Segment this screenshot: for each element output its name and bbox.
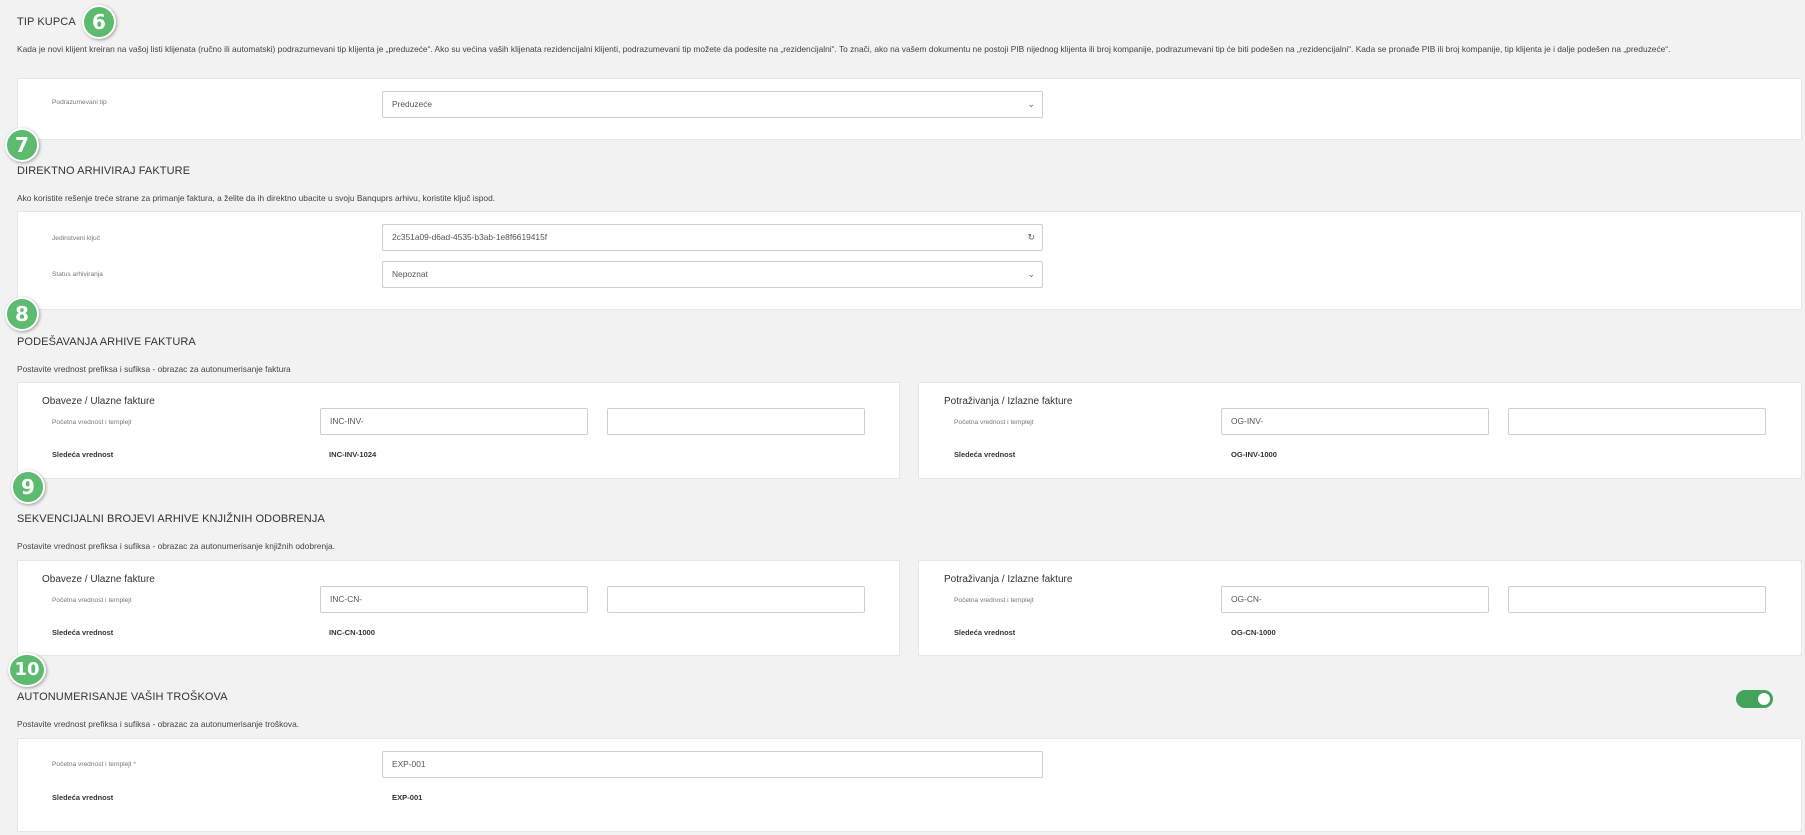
expenses-next-value: EXP-001 [392,793,423,802]
default-type-label: Podrazumevani tip [52,99,107,106]
credit-incoming-heading: Obaveze / Ulazne fakture [42,574,155,585]
step-badge-7: 7 [5,128,39,162]
card-invoice-incoming: Obaveze / Ulazne fakture Početna vrednos… [17,382,900,479]
section-desc-credit-archive: Postavite vrednost prefiksa i sufiksa - … [17,541,335,551]
credit-outgoing-prefix-input[interactable]: OG-CN- [1221,586,1489,613]
section-title-credit-archive: SEKVENCIJALNI BROJEVI ARHIVE KNJIŽNIH OD… [17,513,325,525]
section-desc-direct-archive: Ako koristite rešenje treće strane za pr… [17,193,496,203]
invoice-outgoing-prefix-input[interactable]: OG-INV- [1221,408,1489,435]
chevron-down-icon: ⌄ [1027,269,1035,279]
card-credit-incoming: Obaveze / Ulazne fakture Početna vrednos… [17,560,900,656]
default-type-value: Preduzeće [392,99,433,109]
invoice-incoming-next-label: Sledeća vrednost [52,450,114,459]
card-direct-archive: Jedinstveni ključ 2c351a09-d6ad-4535-b3a… [17,211,1802,310]
credit-incoming-prefix-input[interactable]: INC-CN- [320,586,588,613]
unique-key-label: Jedinstveni ključ [52,235,101,242]
section-title-direct-archive: DIREKTNO ARHIVIRAJ FAKTURE [17,165,191,177]
toggle-knob [1758,693,1770,705]
credit-incoming-next-value: INC-CN-1000 [329,628,375,637]
chevron-down-icon: ⌄ [1027,99,1035,109]
archive-status-label: Status arhiviranja [52,271,103,278]
credit-outgoing-next-label: Sledeća vrednost [954,628,1016,637]
section-desc-invoice-archive: Postavite vrednost prefiksa i sufiksa - … [17,364,291,374]
credit-outgoing-suffix-input[interactable] [1508,586,1766,613]
credit-outgoing-next-value: OG-CN-1000 [1231,628,1276,637]
invoice-outgoing-suffix-input[interactable] [1508,408,1766,435]
invoice-outgoing-next-value: OG-INV-1000 [1231,450,1278,459]
section-title-tip-kupca: TIP KUPCA [17,16,76,28]
credit-outgoing-heading: Potraživanja / Izlazne fakture [944,574,1073,585]
section-desc-tip-kupca: Kada je novi klijent kreiran na vašoj li… [17,44,1671,54]
credit-incoming-start-label: Početna vrednost i templejt [52,597,132,604]
archive-status-value: Nepoznat [392,269,428,279]
step-badge-10: 10 [8,653,46,687]
card-expenses: Početna vrednost i templejt * EXP-001 Sl… [17,738,1802,832]
card-tip-kupca: Podrazumevani tip Preduzeće ⌄ [17,78,1802,140]
step-badge-8: 8 [5,297,39,331]
invoice-outgoing-next-label: Sledeća vrednost [954,450,1016,459]
card-credit-outgoing: Potraživanja / Izlazne fakture Početna v… [918,560,1802,656]
invoice-incoming-heading: Obaveze / Ulazne fakture [42,396,155,407]
expenses-start-label: Početna vrednost i templejt * [52,761,136,768]
invoice-outgoing-start-label: Početna vrednost i templejt [954,419,1034,426]
credit-incoming-next-label: Sledeća vrednost [52,628,114,637]
refresh-icon[interactable]: ↻ [1027,225,1035,250]
default-type-select[interactable]: Preduzeće ⌄ [382,91,1043,118]
invoice-outgoing-heading: Potraživanja / Izlazne fakture [944,396,1073,407]
credit-outgoing-start-label: Početna vrednost i templejt [954,597,1034,604]
expenses-next-label: Sledeća vrednost [52,793,114,802]
step-badge-9: 9 [11,470,45,504]
credit-incoming-suffix-input[interactable] [607,586,865,613]
invoice-incoming-suffix-input[interactable] [607,408,865,435]
step-badge-6: 6 [82,5,116,39]
unique-key-value: 2c351a09-d6ad-4535-b3ab-1e8f6619415f [392,232,548,242]
expenses-start-input[interactable]: EXP-001 [382,751,1043,778]
section-title-expenses: AUTONUMERISANJE VAŠIH TROŠKOVA [17,691,228,703]
archive-status-select[interactable]: Nepoznat ⌄ [382,261,1043,288]
section-title-invoice-archive: PODEŠAVANJA ARHIVE FAKTURA [17,336,196,348]
expenses-autonumber-toggle[interactable] [1736,690,1773,708]
card-invoice-outgoing: Potraživanja / Izlazne fakture Početna v… [918,382,1802,479]
unique-key-input[interactable]: 2c351a09-d6ad-4535-b3ab-1e8f6619415f ↻ [382,224,1043,251]
invoice-incoming-start-label: Početna vrednost i templejt [52,419,132,426]
invoice-incoming-next-value: INC-INV-1024 [329,450,377,459]
section-desc-expenses: Postavite vrednost prefiksa i sufiksa - … [17,719,300,729]
invoice-incoming-prefix-input[interactable]: INC-INV- [320,408,588,435]
